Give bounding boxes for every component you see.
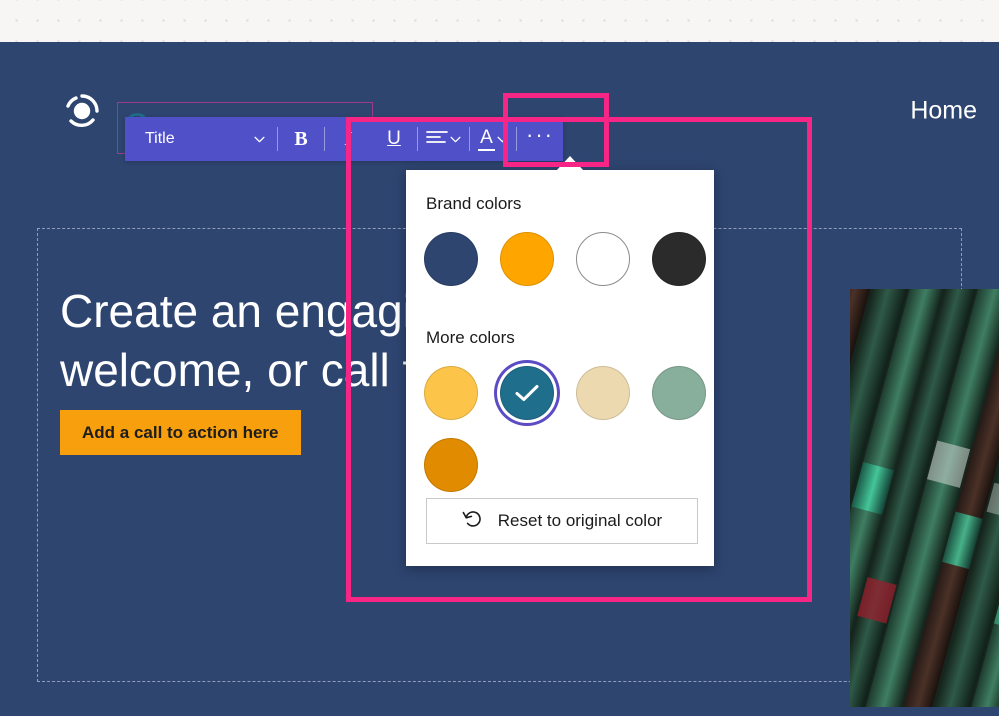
- font-color-letter: A: [480, 126, 493, 148]
- brand-colors-row: [424, 232, 706, 286]
- editor-top-strip: [0, 0, 999, 42]
- color-swatch-dark-orange[interactable]: [424, 438, 478, 492]
- font-color-underline-bar: [478, 148, 495, 151]
- chevron-down-icon: [254, 130, 265, 148]
- more-colors-row-1: [424, 366, 706, 420]
- alignment-dropdown[interactable]: [418, 117, 469, 161]
- more-colors-label: More colors: [426, 328, 515, 347]
- reset-button-label: Reset to original color: [497, 511, 663, 530]
- italic-button[interactable]: I: [325, 117, 371, 161]
- color-swatch-sage-green[interactable]: [652, 366, 706, 420]
- underline-button[interactable]: U: [371, 117, 417, 161]
- color-swatch-yellow[interactable]: [424, 366, 478, 420]
- text-format-toolbar: Title B I U A ···: [125, 117, 563, 161]
- brand-colors-label: Brand colors: [426, 194, 522, 213]
- color-swatch-white[interactable]: [576, 232, 630, 286]
- reset-to-original-color-button[interactable]: Reset to original color: [426, 498, 698, 544]
- more-options-icon: ···: [526, 122, 554, 147]
- bold-icon: B: [294, 127, 308, 150]
- color-swatch-orange[interactable]: [500, 232, 554, 286]
- circular-swirl-logo-icon: [63, 92, 101, 130]
- chevron-down-icon: [450, 130, 461, 148]
- italic-icon: I: [344, 127, 352, 150]
- font-color-flyout: Brand colors More colors Reset to origin…: [406, 170, 714, 566]
- font-color-icon: A: [478, 128, 495, 151]
- color-swatch-navy[interactable]: [424, 232, 478, 286]
- undo-arrow-icon: [462, 509, 484, 534]
- more-colors-row-2: [424, 438, 478, 492]
- paragraph-style-value: Title: [145, 130, 175, 147]
- align-left-icon: [426, 129, 448, 150]
- checkmark-icon: [501, 367, 553, 419]
- add-call-to-action-button[interactable]: Add a call to action here: [60, 410, 301, 455]
- nav-item-home[interactable]: Home: [910, 97, 977, 126]
- underline-icon: U: [387, 128, 401, 149]
- site-nav: Home: [910, 97, 999, 126]
- bold-button[interactable]: B: [278, 117, 324, 161]
- font-color-dropdown[interactable]: A: [470, 117, 516, 161]
- color-swatch-teal[interactable]: [500, 366, 554, 420]
- color-swatch-tan[interactable]: [576, 366, 630, 420]
- hero-photo[interactable]: [850, 289, 999, 707]
- paragraph-style-dropdown[interactable]: Title: [125, 117, 277, 161]
- chevron-down-icon: [497, 130, 508, 148]
- color-swatch-charcoal[interactable]: [652, 232, 706, 286]
- flyout-pointer: [556, 156, 584, 171]
